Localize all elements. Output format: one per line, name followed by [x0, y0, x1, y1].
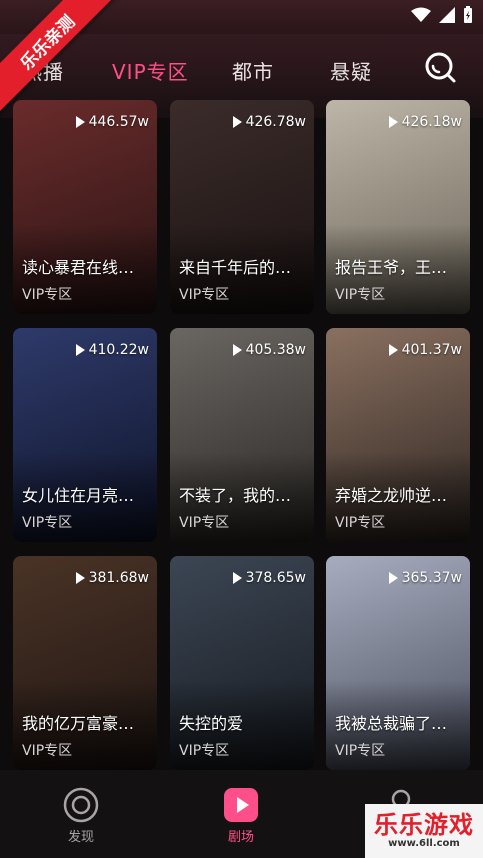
- nav-discover-label: 发现: [67, 830, 94, 845]
- card-views: 405.38w: [232, 342, 306, 358]
- card-tag: VIP专区: [335, 515, 386, 531]
- card-views-count: 365.37w: [401, 570, 462, 586]
- card-tag: VIP专区: [22, 287, 73, 303]
- search-icon: [425, 52, 456, 83]
- card-views: 426.78w: [232, 114, 306, 130]
- card-views-count: 426.78w: [245, 114, 306, 130]
- signal-icon: [439, 7, 455, 23]
- card-title: 我的亿万富豪…: [22, 714, 135, 733]
- card-tag: VIP专区: [335, 287, 386, 303]
- card-title: 报告王爷，王…: [335, 258, 448, 277]
- card-views: 426.18w: [388, 114, 462, 130]
- category-tabs: 热播 VIP专区 都市 悬疑: [0, 48, 483, 88]
- drama-card[interactable]: 426.18w 报告王爷，王… VIP专区: [326, 100, 470, 314]
- play-icon: [232, 116, 242, 128]
- drama-card[interactable]: 378.65w 失控的爱 VIP专区: [170, 556, 314, 770]
- drama-card[interactable]: 426.78w 来自千年后的… VIP专区: [170, 100, 314, 314]
- card-tag: VIP专区: [22, 515, 73, 531]
- drama-card[interactable]: 401.37w 弃婚之龙帅逆… VIP专区: [326, 328, 470, 542]
- card-title: 我被总裁骗了…: [335, 714, 448, 733]
- drama-card[interactable]: 381.68w 我的亿万富豪… VIP专区: [13, 556, 157, 770]
- watermark-title: 乐乐游戏: [374, 811, 474, 839]
- battery-icon: [464, 6, 472, 23]
- card-title: 弃婚之龙帅逆…: [335, 486, 448, 505]
- nav-theater-label: 剧场: [227, 830, 254, 845]
- tab-vip[interactable]: VIP专区: [112, 56, 189, 85]
- card-views-count: 446.57w: [88, 114, 149, 130]
- card-views: 378.65w: [232, 570, 306, 586]
- drama-card[interactable]: 365.37w 我被总裁骗了… VIP专区: [326, 556, 470, 770]
- search-button[interactable]: [423, 50, 457, 84]
- card-views: 401.37w: [388, 342, 462, 358]
- play-icon: [75, 572, 85, 584]
- card-views: 365.37w: [388, 570, 462, 586]
- nav-discover[interactable]: 发现: [31, 770, 131, 858]
- card-title: 失控的爱: [179, 714, 244, 733]
- play-icon: [75, 116, 85, 128]
- drama-card[interactable]: 446.57w 读心暴君在线… VIP专区: [13, 100, 157, 314]
- card-tag: VIP专区: [179, 743, 230, 759]
- card-views: 410.22w: [75, 342, 149, 358]
- card-views-count: 405.38w: [245, 342, 306, 358]
- tab-city[interactable]: 都市: [232, 56, 274, 85]
- play-icon: [232, 572, 242, 584]
- site-watermark: 乐乐游戏 www.6ll.com: [365, 804, 483, 858]
- card-tag: VIP专区: [335, 743, 386, 759]
- theater-icon: [224, 788, 258, 822]
- tab-suspense[interactable]: 悬疑: [330, 56, 372, 85]
- drama-card[interactable]: 405.38w 不装了，我的… VIP专区: [170, 328, 314, 542]
- card-views-count: 378.65w: [245, 570, 306, 586]
- card-views-count: 426.18w: [401, 114, 462, 130]
- play-icon: [232, 344, 242, 356]
- card-views: 381.68w: [75, 570, 149, 586]
- discover-icon: [63, 787, 99, 823]
- card-title: 来自千年后的…: [179, 258, 292, 277]
- card-views-count: 381.68w: [88, 570, 149, 586]
- card-tag: VIP专区: [179, 515, 230, 531]
- card-title: 不装了，我的…: [179, 486, 292, 505]
- play-icon: [388, 572, 398, 584]
- card-tag: VIP专区: [22, 743, 73, 759]
- card-title: 读心暴君在线…: [22, 258, 135, 277]
- play-icon: [388, 116, 398, 128]
- nav-theater[interactable]: 剧场: [191, 770, 291, 858]
- card-views-count: 410.22w: [88, 342, 149, 358]
- play-icon: [388, 344, 398, 356]
- wifi-icon: [411, 7, 431, 22]
- card-views: 446.57w: [75, 114, 149, 130]
- drama-card[interactable]: 410.22w 女儿住在月亮… VIP专区: [13, 328, 157, 542]
- card-tag: VIP专区: [179, 287, 230, 303]
- watermark-url: www.6ll.com: [388, 838, 460, 849]
- play-icon: [75, 344, 85, 356]
- card-views-count: 401.37w: [401, 342, 462, 358]
- card-title: 女儿住在月亮…: [22, 486, 135, 505]
